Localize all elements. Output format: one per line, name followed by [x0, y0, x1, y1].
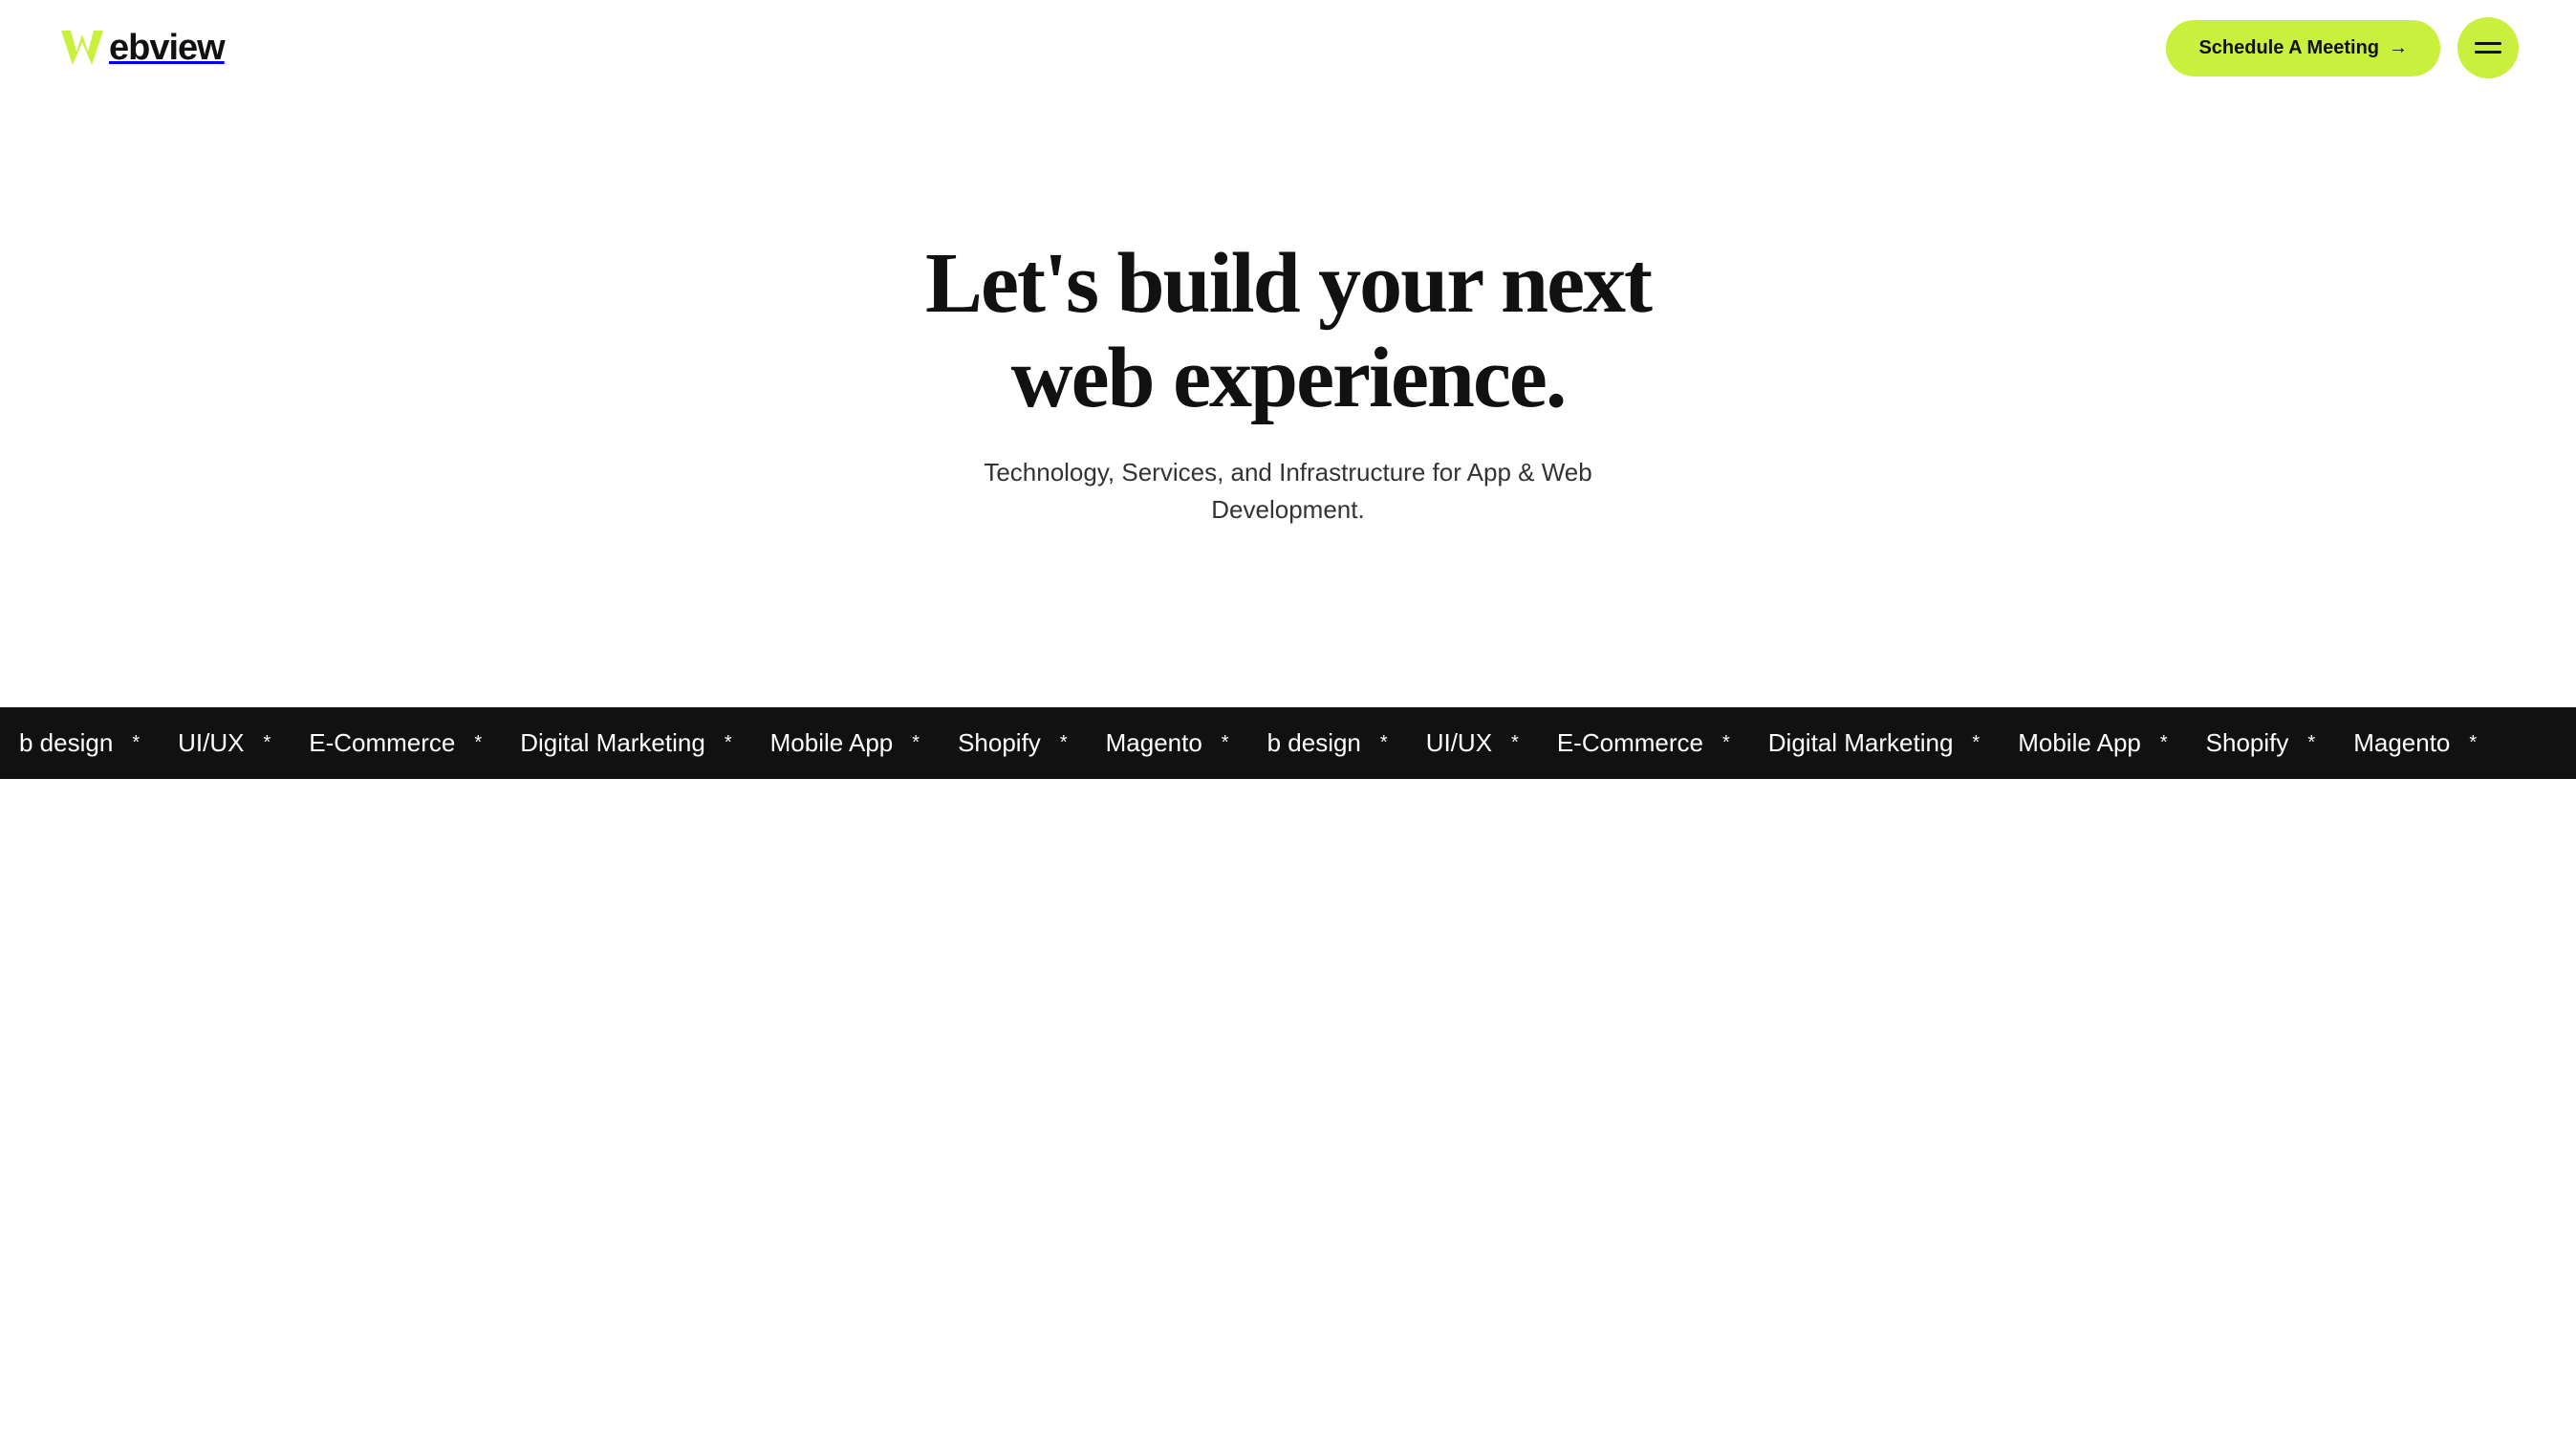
star-icon: *	[1222, 732, 1229, 754]
header: ebview Schedule A Meeting →	[0, 0, 2576, 96]
arrow-icon: →	[2389, 37, 2408, 59]
ticker-item: UI/UX *	[159, 728, 290, 758]
star-icon: *	[912, 732, 920, 754]
ticker-item: E-Commerce *	[1538, 728, 1749, 758]
ticker-item: Mobile App *	[751, 728, 939, 758]
hero-subtitle: Technology, Services, and Infrastructure…	[906, 454, 1671, 529]
star-icon: *	[2160, 732, 2168, 754]
ticker-item: Shopify *	[939, 728, 1087, 758]
hero-title: Let's build your next web experience.	[858, 236, 1719, 425]
ticker-item: Mobile App *	[1999, 728, 2186, 758]
ticker-item: Digital Marketing *	[501, 728, 750, 758]
header-right: Schedule A Meeting →	[2166, 17, 2519, 78]
star-icon: *	[2469, 732, 2477, 754]
star-icon: *	[2307, 732, 2315, 754]
ticker-banner: b design * UI/UX * E-Commerce * Digital …	[0, 707, 2576, 779]
ticker-item: Digital Marketing *	[1749, 728, 1999, 758]
ticker-item: Magento *	[2334, 728, 2496, 758]
ticker-item: Magento *	[1087, 728, 1248, 758]
ticker-item: Shopify *	[2187, 728, 2335, 758]
logo-text: ebview	[109, 28, 225, 69]
logo-icon	[57, 23, 107, 73]
star-icon: *	[1722, 732, 1730, 754]
star-icon: *	[474, 732, 482, 754]
hamburger-menu-button[interactable]	[2457, 17, 2519, 78]
star-icon: *	[132, 732, 140, 754]
star-icon: *	[1511, 732, 1519, 754]
schedule-meeting-label: Schedule A Meeting	[2198, 37, 2379, 59]
schedule-meeting-button[interactable]: Schedule A Meeting →	[2166, 20, 2440, 76]
hero-section: Let's build your next web experience. Te…	[0, 96, 2576, 707]
star-icon: *	[1380, 732, 1388, 754]
ticker-item: b design *	[0, 728, 159, 758]
star-icon: *	[725, 732, 732, 754]
ticker-item: E-Commerce *	[290, 728, 501, 758]
menu-bar-1	[2475, 42, 2501, 45]
menu-bar-2	[2475, 51, 2501, 54]
ticker-track: b design * UI/UX * E-Commerce * Digital …	[0, 728, 2496, 758]
ticker-item: UI/UX *	[1407, 728, 1538, 758]
star-icon: *	[1060, 732, 1068, 754]
star-icon: *	[1972, 732, 1980, 754]
logo[interactable]: ebview	[57, 23, 225, 73]
ticker-item: b design *	[1248, 728, 1407, 758]
star-icon: *	[263, 732, 271, 754]
